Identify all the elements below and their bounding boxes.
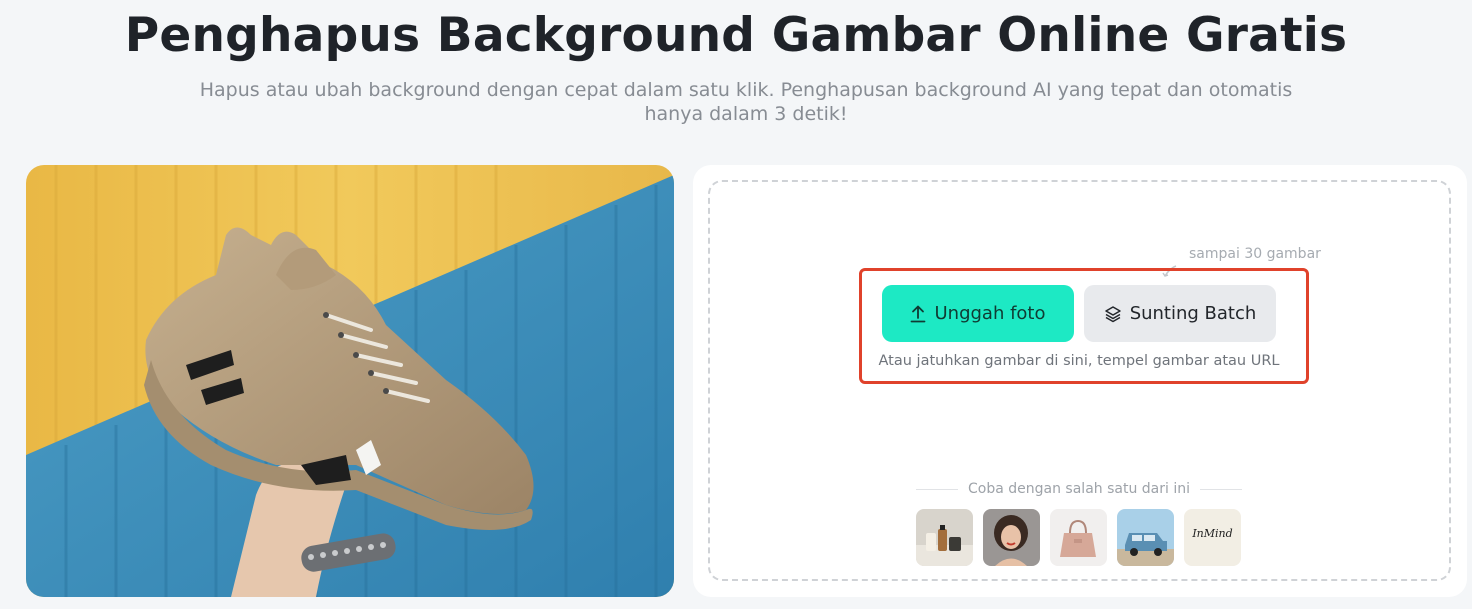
layers-icon (1104, 305, 1121, 322)
hero-image (26, 165, 674, 597)
upload-arrow-icon (911, 305, 926, 322)
upload-photo-label: Unggah foto (934, 303, 1046, 324)
sample-thumb-car[interactable] (1117, 509, 1174, 566)
sample-thumbnails: InMind (916, 509, 1241, 566)
sample-divider: Coba dengan salah satu dari ini (916, 480, 1243, 498)
page-subtitle: Hapus atau ubah background dengan cepat … (199, 79, 1293, 125)
batch-edit-button[interactable]: Sunting Batch (1084, 285, 1276, 342)
sample-thumb-cosmetics[interactable] (916, 509, 973, 566)
signature-text: InMind (1192, 527, 1233, 540)
batch-limit-note: sampai 30 gambar (1189, 246, 1321, 262)
upload-photo-button[interactable]: Unggah foto (882, 285, 1074, 342)
drop-hint-text: Atau jatuhkan gambar di sini, tempel gam… (878, 353, 1280, 369)
batch-edit-label: Sunting Batch (1129, 303, 1257, 324)
sample-label: Coba dengan salah satu dari ini (968, 481, 1190, 497)
sample-thumb-signature[interactable]: InMind (1184, 509, 1241, 566)
sample-thumb-portrait[interactable] (983, 509, 1040, 566)
page-title: Penghapus Background Gambar Online Grati… (124, 8, 1348, 63)
divider-line-left (916, 488, 959, 490)
sample-thumb-handbag[interactable] (1050, 509, 1107, 566)
divider-line-right (1200, 488, 1243, 490)
